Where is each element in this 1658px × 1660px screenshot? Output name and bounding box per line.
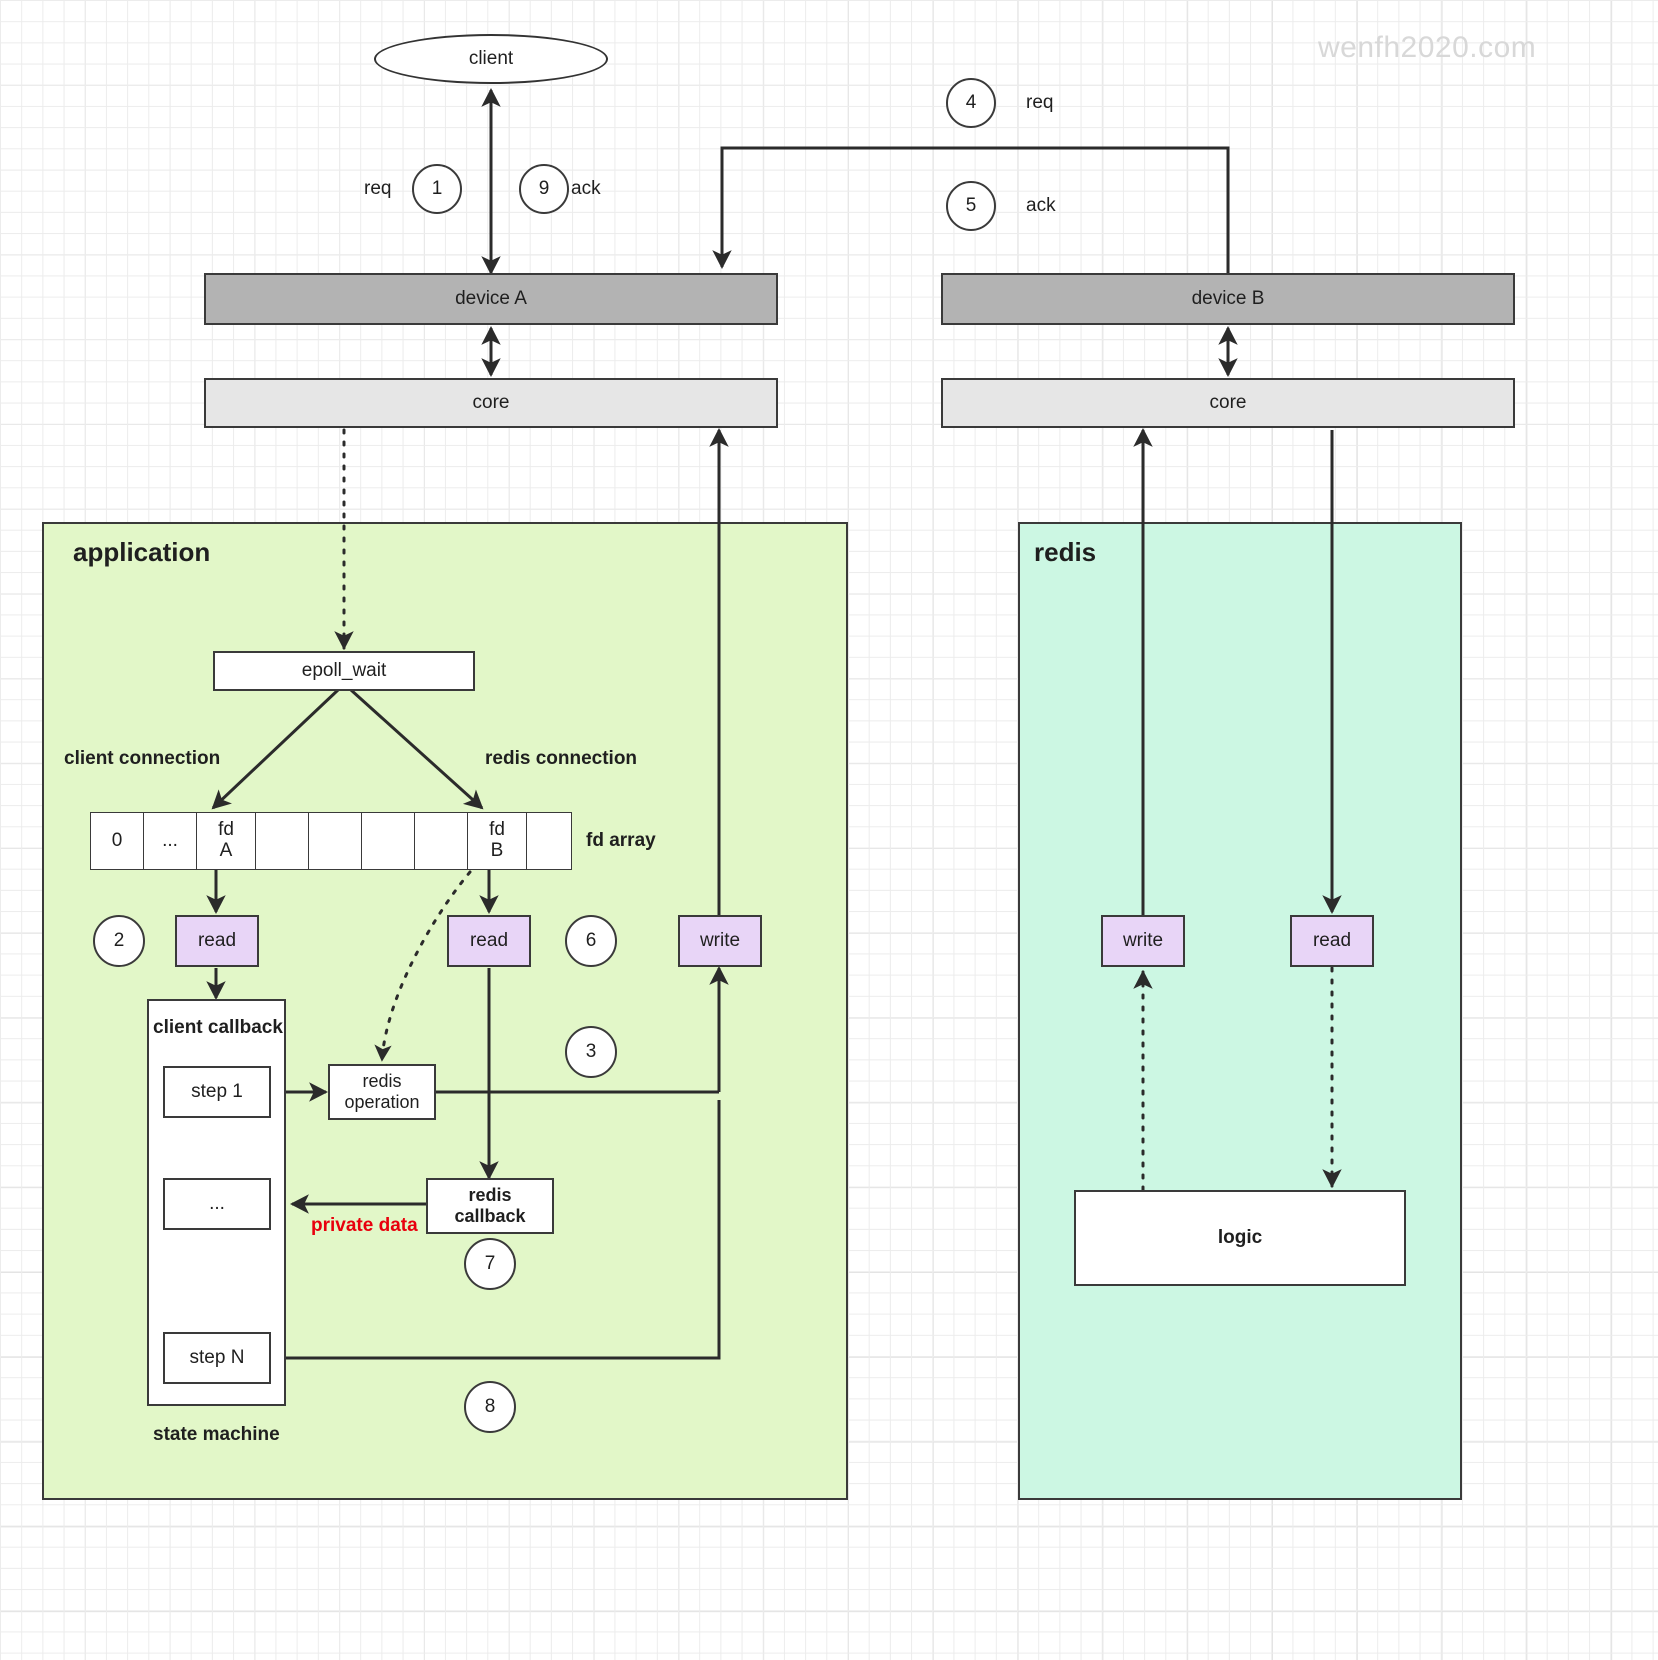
step-marker-1: 1	[412, 164, 462, 214]
redis-logic-box[interactable]: logic	[1074, 1190, 1406, 1286]
write-box[interactable]: write	[678, 915, 762, 967]
fd-cell-1-label: ...	[162, 829, 178, 851]
redis-read-label: read	[1312, 929, 1352, 951]
step-marker-4-number: 4	[965, 92, 977, 113]
fd-array-label: fd array	[586, 830, 656, 851]
step-marker-7-number: 7	[484, 1253, 496, 1274]
device-b-box[interactable]: device B	[941, 273, 1515, 325]
application-panel-title: application	[73, 537, 211, 567]
step-n-box[interactable]: step N	[163, 1332, 271, 1384]
client-connection-label: client connection	[64, 748, 221, 769]
step-marker-2-number: 2	[113, 930, 125, 951]
fd-cell-5[interactable]	[361, 812, 415, 870]
step-1-label: step 1	[191, 1080, 243, 1102]
step-marker-8: 8	[464, 1381, 516, 1433]
client-node[interactable]: client	[374, 34, 608, 84]
redis-panel-title: redis	[1034, 537, 1097, 567]
read-redis-label: read	[469, 929, 509, 951]
step-marker-5-number: 5	[965, 195, 977, 216]
step-marker-3: 3	[565, 1026, 617, 1078]
redis-connection-label: redis connection	[485, 748, 638, 769]
fd-cell-2-label: fd A	[218, 819, 234, 861]
step-middle-label: ...	[209, 1192, 225, 1214]
read-client-box[interactable]: read	[175, 915, 259, 967]
core-a-label: core	[472, 391, 510, 413]
fd-cell-7[interactable]: fd B	[467, 812, 527, 870]
ack-label-5: ack	[1026, 195, 1056, 216]
step-marker-7: 7	[464, 1238, 516, 1290]
step-marker-1-number: 1	[431, 178, 443, 199]
step-marker-2: 2	[93, 915, 145, 967]
diagram-canvas: client req 1 9 ack 4 req 5 ack device A …	[0, 0, 1658, 1660]
step-marker-5: 5	[946, 181, 996, 231]
step-marker-4: 4	[946, 78, 996, 128]
core-b-label: core	[1209, 391, 1247, 413]
req-label-4: req	[1026, 92, 1054, 113]
fd-cell-0[interactable]: 0	[90, 812, 144, 870]
req-label-1: req	[364, 178, 392, 199]
fd-cell-6[interactable]	[414, 812, 468, 870]
fd-cell-0-label: 0	[111, 829, 123, 851]
ack-label-9: ack	[571, 178, 601, 199]
fd-cell-4[interactable]	[308, 812, 362, 870]
fd-cell-2[interactable]: fd A	[196, 812, 256, 870]
private-data-label: private data	[311, 1215, 418, 1236]
fd-array: 0 ... fd A fd B	[90, 812, 572, 870]
step-marker-6-number: 6	[585, 930, 597, 951]
write-label: write	[699, 929, 741, 951]
device-b-label: device B	[1191, 287, 1265, 309]
read-redis-box[interactable]: read	[447, 915, 531, 967]
step-marker-3-number: 3	[585, 1041, 597, 1062]
state-machine-label: state machine	[153, 1424, 280, 1445]
step-marker-9: 9	[519, 164, 569, 214]
step-n-label: step N	[189, 1346, 245, 1368]
core-a-box[interactable]: core	[204, 378, 778, 428]
redis-write-box[interactable]: write	[1101, 915, 1185, 967]
device-a-label: device A	[455, 287, 527, 309]
redis-callback-box[interactable]: redis callback	[426, 1178, 554, 1234]
fd-cell-7-label: fd B	[489, 819, 505, 861]
step-middle-box[interactable]: ...	[163, 1178, 271, 1230]
fd-cell-8[interactable]	[526, 812, 572, 870]
redis-read-box[interactable]: read	[1290, 915, 1374, 967]
step-1-box[interactable]: step 1	[163, 1066, 271, 1118]
redis-operation-box[interactable]: redis operation	[328, 1064, 436, 1120]
fd-cell-1[interactable]: ...	[143, 812, 197, 870]
redis-logic-label: logic	[1217, 1226, 1263, 1248]
step-marker-6: 6	[565, 915, 617, 967]
client-callback-label: client callback	[153, 1017, 283, 1038]
redis-write-label: write	[1122, 929, 1164, 951]
step-marker-9-number: 9	[538, 178, 550, 199]
fd-cell-3[interactable]	[255, 812, 309, 870]
read-client-label: read	[197, 929, 237, 951]
watermark: wenfh2020.com	[1318, 31, 1537, 64]
epoll-wait-label: epoll_wait	[301, 659, 387, 681]
core-b-box[interactable]: core	[941, 378, 1515, 428]
redis-callback-label: redis callback	[454, 1184, 526, 1226]
step-marker-8-number: 8	[484, 1396, 496, 1417]
epoll-wait-box[interactable]: epoll_wait	[213, 651, 475, 691]
client-label: client	[468, 48, 514, 69]
redis-operation-label: redis operation	[344, 1070, 420, 1112]
device-a-box[interactable]: device A	[204, 273, 778, 325]
